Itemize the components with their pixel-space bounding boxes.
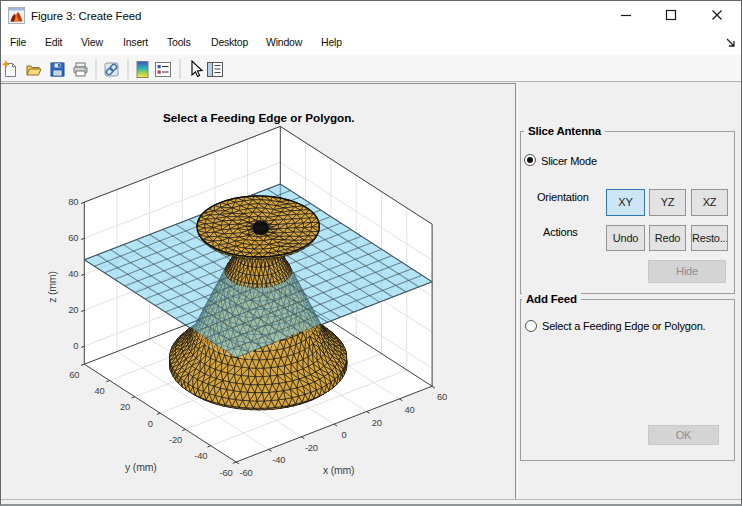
svg-text:0: 0 xyxy=(73,340,78,351)
svg-text:0: 0 xyxy=(342,429,347,440)
svg-text:x (mm): x (mm) xyxy=(323,464,354,476)
svg-text:20: 20 xyxy=(120,401,130,412)
svg-text:-20: -20 xyxy=(169,434,182,445)
svg-text:0: 0 xyxy=(148,418,153,429)
svg-text:40: 40 xyxy=(68,268,78,279)
svg-text:Select a Feeding Edge or Polyg: Select a Feeding Edge or Polygon. xyxy=(163,111,355,124)
svg-text:40: 40 xyxy=(404,404,414,415)
svg-text:-60: -60 xyxy=(240,467,253,478)
svg-text:40: 40 xyxy=(95,385,105,396)
svg-text:-60: -60 xyxy=(220,467,233,478)
svg-text:-20: -20 xyxy=(305,442,318,453)
svg-text:60: 60 xyxy=(69,369,79,380)
svg-text:20: 20 xyxy=(68,304,78,315)
svg-text:-40: -40 xyxy=(272,454,285,465)
svg-text:y (mm): y (mm) xyxy=(125,461,156,473)
svg-text:60: 60 xyxy=(68,232,78,243)
svg-text:80: 80 xyxy=(68,196,78,207)
svg-text:-40: -40 xyxy=(194,450,207,461)
svg-text:20: 20 xyxy=(372,417,382,428)
svg-text:z (mm): z (mm) xyxy=(46,271,58,302)
svg-text:60: 60 xyxy=(437,391,447,402)
